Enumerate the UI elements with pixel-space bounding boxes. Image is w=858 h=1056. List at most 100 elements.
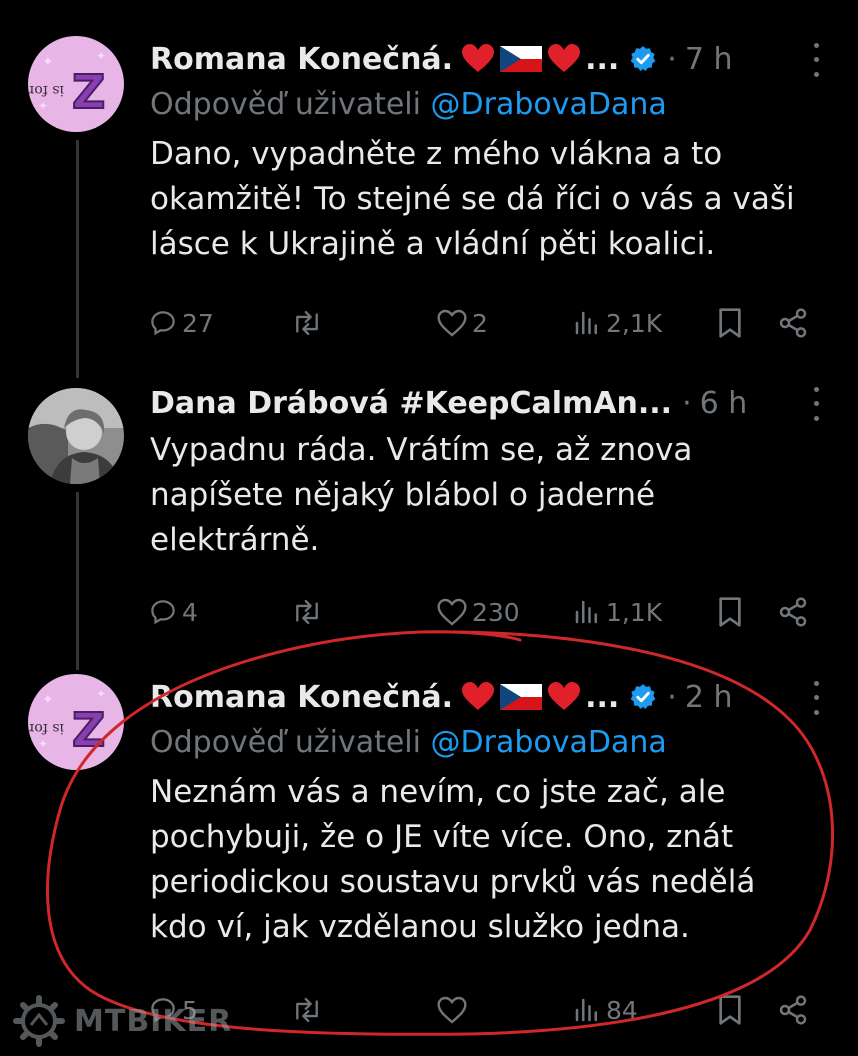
tweet-text-line: Neznám vás a nevím, co jste zač, ale	[150, 774, 726, 810]
reply-icon	[151, 600, 175, 625]
repost-button[interactable]	[290, 990, 328, 1030]
repost-button[interactable]	[290, 592, 328, 632]
reply-icon	[151, 311, 175, 336]
reply-button[interactable]: 4	[148, 592, 198, 632]
verified-badge-icon	[629, 45, 657, 73]
tweet-header: Dana Drábová #KeepCalmAn... · 6 h	[150, 380, 819, 426]
bookmark-icon	[719, 597, 741, 627]
reply-to-line: Odpověď uživateli @DrabovaDana	[150, 720, 818, 766]
svg-text:Z: Z	[72, 703, 105, 757]
tweet-text-line: kdo ví, jak vzdělanou služko jedna.	[150, 909, 690, 945]
more-options-icon[interactable]	[806, 38, 826, 82]
repost-icon	[296, 599, 318, 625]
author-name[interactable]: Dana Drábová #KeepCalmAn...	[150, 386, 672, 421]
tweet-text-line: periodickou soustavu prvků vás nedělá	[150, 864, 756, 900]
views-button[interactable]: 84	[572, 990, 638, 1030]
views-chart-icon	[575, 600, 597, 624]
gear-logo-icon	[13, 995, 65, 1047]
watermark-text: MTBIKER	[74, 1003, 233, 1039]
svg-text:✦: ✦	[38, 737, 48, 751]
bookmark-icon	[719, 995, 741, 1025]
svg-text:✦: ✦	[96, 49, 106, 63]
svg-text:✦: ✦	[42, 54, 54, 70]
svg-text:✦: ✦	[42, 692, 54, 708]
share-button[interactable]	[776, 990, 810, 1030]
share-icon	[779, 308, 807, 338]
bookmark-icon	[719, 308, 741, 338]
separator-dot: ·	[682, 385, 692, 421]
share-icon	[779, 995, 807, 1025]
like-count: 2	[472, 308, 488, 338]
tweet-header: Romana Konečná. ... · 7 h	[150, 36, 819, 82]
tweet-text-line: napíšete nějaký blábol o jaderné	[150, 477, 656, 513]
views-button[interactable]: 2,1K	[572, 303, 662, 343]
view-count: 2,1K	[606, 308, 663, 338]
tweet-text: Dano, vypadněte z mého vlákna a to okamž…	[150, 132, 818, 267]
separator-dot: ·	[667, 41, 677, 77]
czech-flag-icon	[500, 46, 543, 72]
share-button[interactable]	[776, 592, 810, 632]
avatar-romana[interactable]: ✦ ✦ ✦ is for Z	[28, 674, 124, 770]
bookmark-button[interactable]	[716, 592, 744, 632]
view-count: 1,1K	[606, 597, 663, 627]
author-name[interactable]: Romana Konečná.	[150, 42, 453, 77]
name-ellipsis: ...	[585, 41, 620, 77]
repost-button[interactable]	[290, 303, 328, 343]
heart-emoji-icon	[548, 44, 581, 72]
views-chart-icon	[575, 998, 597, 1022]
svg-text:is for: is for	[28, 720, 64, 736]
reply-to-label: Odpověď uživateli	[150, 87, 421, 122]
bookmark-button[interactable]	[716, 303, 744, 343]
like-button[interactable]	[436, 990, 472, 1030]
svg-text:Z: Z	[72, 65, 105, 119]
name-ellipsis: ...	[585, 679, 620, 715]
author-name[interactable]: Romana Konečná.	[150, 680, 453, 715]
timestamp[interactable]: 6 h	[700, 386, 748, 421]
reply-count: 4	[182, 597, 198, 627]
repost-icon	[296, 310, 318, 336]
views-chart-icon	[575, 311, 597, 335]
tweet-text-line: pochybuji, že o JE víte více. Ono, znát	[150, 819, 734, 855]
more-options-icon[interactable]	[806, 676, 826, 720]
svg-text:✦: ✦	[38, 99, 48, 113]
reply-button[interactable]: 27	[148, 303, 214, 343]
thread-line-1	[76, 140, 79, 378]
reply-to-handle-link[interactable]: @DrabovaDana	[431, 725, 667, 760]
share-icon	[779, 597, 807, 627]
heart-icon	[437, 996, 467, 1024]
action-bar: 27 2 2,1K	[148, 303, 818, 343]
tweet-text-line: elektrárně.	[150, 522, 320, 558]
heart-icon	[437, 598, 467, 626]
reply-to-line: Odpověď uživateli @DrabovaDana	[150, 82, 818, 128]
tweet-text: Neznám vás a nevím, co jste zač, ale poc…	[150, 770, 818, 950]
like-button[interactable]: 230	[436, 592, 520, 632]
tweet-text: Vypadnu ráda. Vrátím se, až znova napíše…	[150, 428, 818, 563]
share-button[interactable]	[776, 303, 810, 343]
like-count: 230	[472, 597, 520, 627]
more-options-icon[interactable]	[806, 382, 826, 426]
like-button[interactable]: 2	[436, 303, 488, 343]
bookmark-button[interactable]	[716, 990, 744, 1030]
reply-to-handle-link[interactable]: @DrabovaDana	[431, 87, 667, 122]
thread-line-2	[76, 492, 79, 670]
action-bar: 5 84	[148, 990, 818, 1030]
svg-text:is for: is for	[28, 82, 64, 98]
view-count: 84	[606, 995, 638, 1025]
timestamp[interactable]: 2 h	[685, 680, 733, 715]
separator-dot: ·	[667, 679, 677, 715]
svg-text:✦: ✦	[96, 687, 106, 701]
views-button[interactable]: 1,1K	[572, 592, 662, 632]
flag-emoji-group	[461, 682, 581, 712]
heart-emoji-icon	[462, 682, 495, 710]
mtbiker-watermark: MTBIKER	[12, 994, 232, 1048]
heart-emoji-icon	[548, 682, 581, 710]
avatar-romana[interactable]: ✦ ✦ ✦ is for Z	[28, 36, 124, 132]
czech-flag-icon	[500, 684, 543, 710]
verified-badge-icon	[629, 683, 657, 711]
timestamp[interactable]: 7 h	[685, 42, 733, 77]
action-bar: 4 230 1,1K	[148, 592, 818, 632]
heart-emoji-icon	[462, 44, 495, 72]
avatar-dana[interactable]	[28, 388, 124, 484]
reply-count: 27	[182, 308, 214, 338]
tweet-text-line: lásce k Ukrajině a vládní pěti koalici.	[150, 226, 716, 262]
